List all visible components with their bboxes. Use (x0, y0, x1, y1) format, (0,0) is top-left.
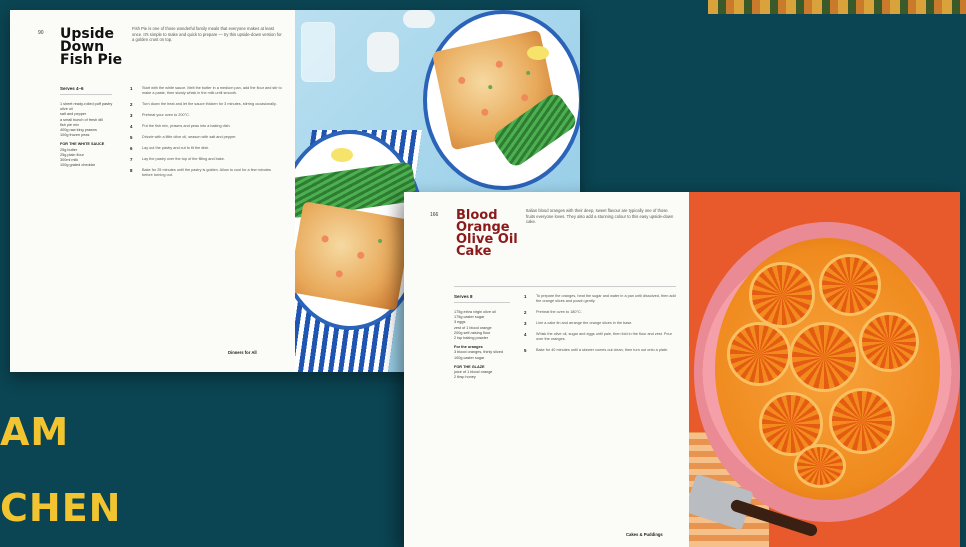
step: 6 Lay out the pastry and cut to fit the d… (130, 146, 210, 151)
orange-slice (859, 312, 919, 372)
headline-line-2: CHEN (0, 486, 122, 530)
salt-shaker (367, 32, 399, 72)
orange-slice (749, 262, 815, 328)
recipe-title: Blood Orange Olive Oil Cake (456, 208, 518, 259)
step: 1 To prepare the oranges, heat the sugar … (524, 294, 676, 303)
orange-cake-book: 166 Blood Orange Olive Oil Cake Italian … (404, 192, 960, 547)
step: 4 Put the fish mix, prawns and peas into … (130, 124, 231, 129)
page-number: 90 (38, 30, 44, 36)
chapter-footer: Cakes & Puddings (626, 532, 663, 537)
divider (454, 302, 510, 303)
headline-line-1: AM (0, 410, 70, 454)
ingredients-list: 175g extra virgin olive oil 175g caster … (454, 310, 518, 380)
step: 3 Line a cake tin and arrange the orange … (524, 321, 633, 326)
recipe-title: Upside Down Fish Pie (60, 26, 123, 68)
corner-photo (708, 0, 966, 14)
step: 1 Start with the white sauce. Melt the bu… (130, 86, 282, 95)
orange-slice (819, 254, 881, 316)
fish-pie-slice (295, 201, 413, 311)
step: 2 Preheat the oven to 180°C. (524, 310, 582, 315)
ingredients-list: 1 sheet ready-rolled puff pastry olive o… (60, 102, 124, 168)
ingredient: 100g grated cheddar (60, 163, 96, 168)
serves-label: Serves 4–6 (60, 86, 84, 91)
step: 8 Bake for 25 minutes until the pastry is… (130, 168, 271, 177)
step: 5 Drizzle with a little olive oil, season… (130, 135, 237, 140)
orange-slice (789, 322, 859, 392)
fish-pie-text-page: 90 Upside Down Fish Pie Fish Pie is one … (10, 10, 295, 372)
orange-slice (794, 444, 846, 488)
step: 3 Preheat your oven to 200°C. (130, 113, 190, 118)
recipe-intro: Italian blood oranges with their deep, s… (526, 208, 674, 225)
pepper-shaker (403, 10, 435, 28)
water-glass (301, 22, 335, 82)
divider (454, 286, 676, 287)
orange-cake-photo (689, 192, 960, 547)
lemon-wedge (331, 148, 353, 162)
method-steps: 1 Start with the white sauce. Melt the bu… (130, 86, 282, 184)
divider (60, 94, 112, 95)
ingredient: 100g frozen peas (60, 133, 90, 138)
orange-slice (829, 388, 895, 454)
recipe-intro: Fish Pie is one of those wonderful famil… (132, 26, 282, 43)
step: 5 Bake for 40 minutes until a skewer come… (524, 348, 669, 353)
serves-label: Serves 8 (454, 294, 473, 299)
ingredient: 2 tbsp honey (454, 375, 476, 380)
lemon-wedge (527, 46, 549, 60)
chapter-footer: Dinners for All (228, 350, 257, 355)
orange-cake-text-page: 166 Blood Orange Olive Oil Cake Italian … (404, 192, 689, 547)
ingredient: 2 tsp baking powder (454, 336, 488, 341)
step: 7 Lay the pastry over the top of the fill… (130, 157, 225, 162)
step: 2 Turn down the heat and let the sauce th… (130, 102, 277, 107)
orange-slice (727, 322, 791, 386)
ingredient: 100g caster sugar (454, 355, 485, 360)
page-number: 166 (430, 212, 439, 218)
method-steps: 1 To prepare the oranges, heat the sugar … (524, 294, 676, 359)
step: 4 Whisk the olive oil, sugar and eggs unt… (524, 332, 672, 341)
